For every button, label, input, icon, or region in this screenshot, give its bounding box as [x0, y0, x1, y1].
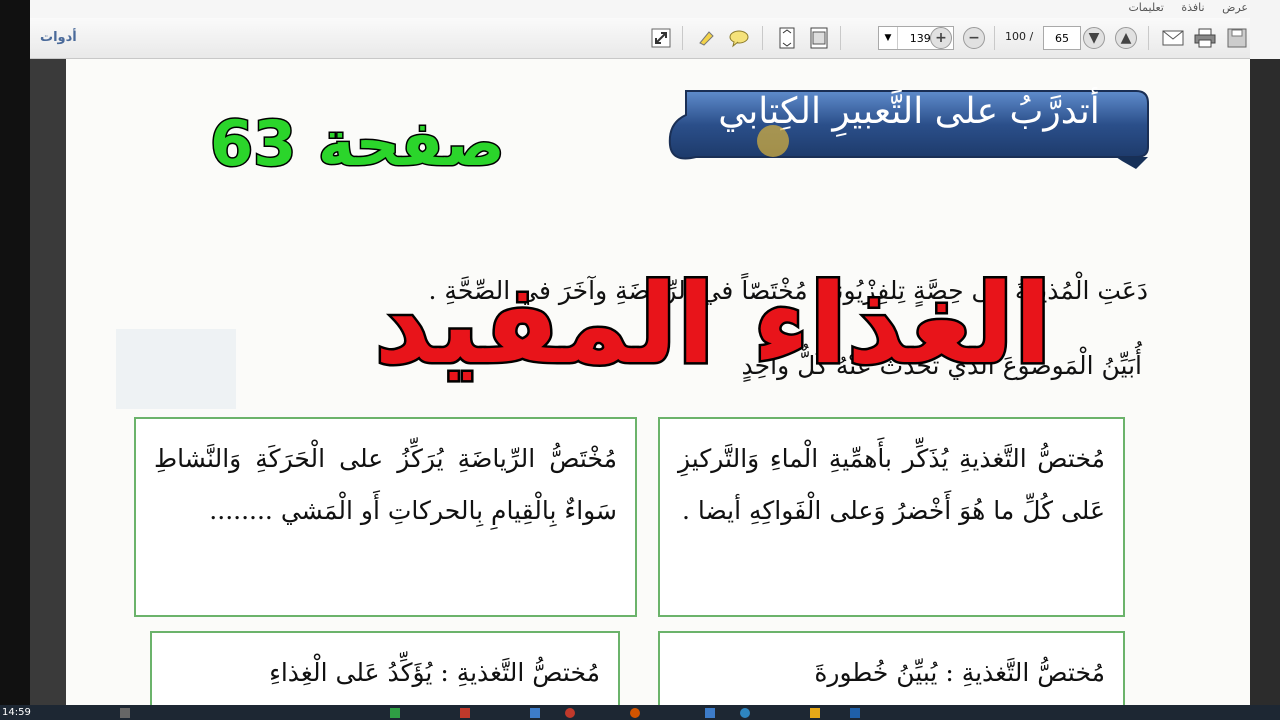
chevron-down-icon[interactable]: ▼	[879, 27, 898, 49]
right-panel	[1250, 59, 1280, 705]
clock: 14:59	[2, 707, 31, 718]
answer-text-4: مُختصُّ التَّغذيةِ : يُؤَكِّدُ عَلى الْغ…	[269, 658, 600, 687]
previous-page-icon[interactable]: ▲	[1115, 27, 1137, 49]
next-page-icon[interactable]: ▼	[1083, 27, 1105, 49]
fit-page-icon[interactable]	[774, 25, 800, 51]
answer-box-3: مُختصُّ التَّغذيةِ : يُبيِّنُ خُطورةَ	[658, 631, 1125, 705]
answer-text-2: مُخْتَصُّ الرِّياضَةِ يُرَكِّزُ على الْح…	[154, 444, 617, 525]
taskbar-app-icon[interactable]	[740, 708, 750, 718]
menu-view[interactable]: عرض	[1222, 0, 1248, 16]
answer-box-1: مُختصُّ التَّغذيةِ يُذَكِّر بأَهمِّيةِ ا…	[658, 417, 1125, 617]
document-page: أتدرَّبُ على التَّعبيرِ الكِتابي صفحة 63…	[66, 59, 1250, 705]
taskbar-app-icon[interactable]	[460, 708, 470, 718]
taskbar-app-icon[interactable]	[705, 708, 715, 718]
taskbar-app-icon[interactable]	[630, 708, 640, 718]
page-label: صفحة 63	[209, 106, 507, 182]
comment-icon[interactable]	[726, 25, 752, 51]
answer-box-2: مُخْتَصُّ الرِّياضَةِ يُرَكِّزُ على الْح…	[134, 417, 637, 617]
screen: { "menu": {"items": ["عرض", "نافذة", "تع…	[0, 0, 1280, 720]
toolbar: أدوات ▼ 139% + − 100 / 65 ▼ ▲	[30, 18, 1250, 59]
taskbar-app-icon[interactable]	[390, 708, 400, 718]
zoom-out-icon[interactable]: −	[963, 27, 985, 49]
zoom-in-icon[interactable]: +	[930, 27, 952, 49]
print-icon[interactable]	[1192, 25, 1218, 51]
menu-bar: عرض نافذة تعليمات	[30, 0, 1250, 18]
save-icon[interactable]	[1224, 25, 1250, 51]
expand-icon[interactable]	[648, 25, 674, 51]
page-shading	[116, 329, 236, 409]
answer-text-1: مُختصُّ التَّغذيةِ يُذَكِّر بأَهمِّيةِ ا…	[678, 444, 1105, 525]
menu-window[interactable]: نافذة	[1181, 0, 1204, 16]
tools-button[interactable]: أدوات	[40, 30, 77, 45]
taskbar-app-icon[interactable]	[530, 708, 540, 718]
taskbar-app-icon[interactable]	[850, 708, 860, 718]
page-total: 100 /	[1005, 30, 1034, 43]
answer-text-3: مُختصُّ التَّغذيةِ : يُبيِّنُ خُطورةَ	[814, 658, 1105, 687]
highlight-icon[interactable]	[694, 25, 720, 51]
banner-title: أتدرَّبُ على التَّعبيرِ الكِتابي	[718, 91, 1100, 132]
taskbar: 14:59	[0, 705, 1280, 720]
taskbar-app-icon[interactable]	[120, 708, 130, 718]
taskbar-app-icon[interactable]	[810, 708, 820, 718]
left-edge	[0, 0, 30, 705]
overlay-title: الغذاء المفيد	[372, 260, 1054, 388]
taskbar-app-icon[interactable]	[565, 708, 575, 718]
fit-width-icon[interactable]	[806, 25, 832, 51]
page-number-input[interactable]: 65	[1043, 26, 1081, 50]
email-icon[interactable]	[1160, 25, 1186, 51]
left-panel	[30, 59, 66, 705]
menu-help[interactable]: تعليمات	[1128, 0, 1163, 16]
cursor-highlight	[757, 125, 789, 157]
answer-box-4: مُختصُّ التَّغذيةِ : يُؤَكِّدُ عَلى الْغ…	[150, 631, 620, 705]
